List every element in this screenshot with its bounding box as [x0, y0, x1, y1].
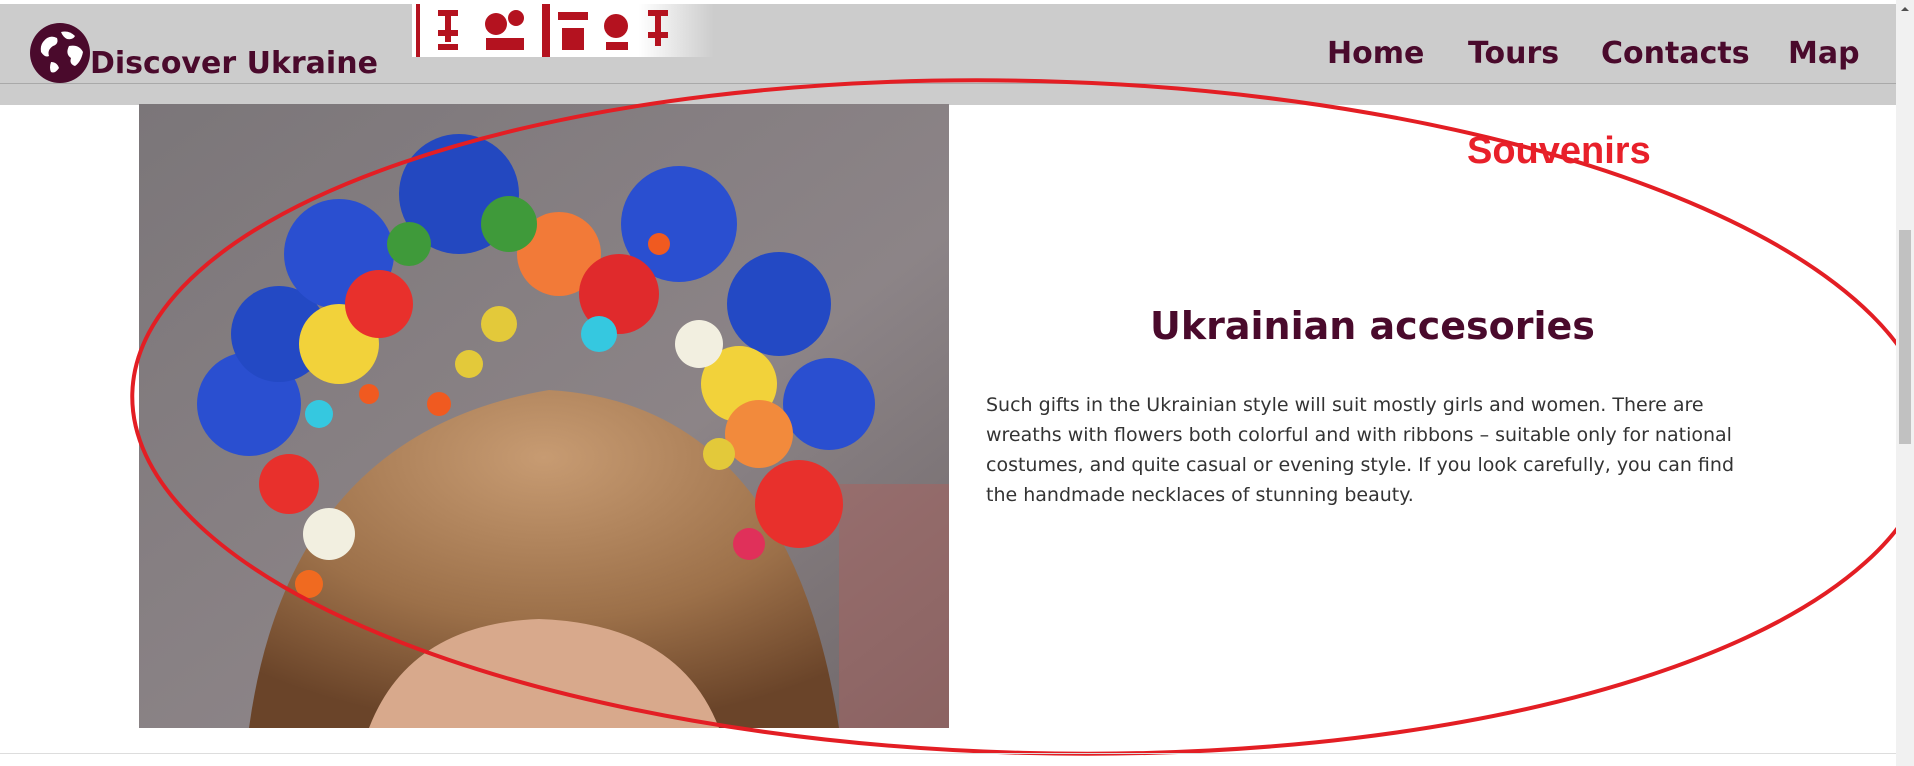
scroll-up-arrow-icon[interactable]: [1900, 4, 1910, 14]
card-title: Ukrainian accesories: [1150, 304, 1595, 348]
card-description: Such gifts in the Ukrainian style will s…: [986, 394, 1735, 506]
navbar-lower-band: [0, 84, 1896, 105]
section-title: Souvenirs: [1467, 130, 1651, 172]
embroidery-banner: [412, 4, 714, 57]
brand-name[interactable]: Discover Ukraine: [90, 46, 378, 81]
scrollbar-thumb[interactable]: [1899, 230, 1911, 444]
globe-icon[interactable]: [29, 22, 91, 84]
flower-wreath-photo: [139, 104, 949, 728]
nav-map[interactable]: Map: [1788, 36, 1860, 71]
nav-tours[interactable]: Tours: [1468, 36, 1559, 71]
nav-home[interactable]: Home: [1327, 36, 1424, 71]
section-divider: [0, 753, 1896, 754]
nav-contacts[interactable]: Contacts: [1601, 36, 1750, 71]
